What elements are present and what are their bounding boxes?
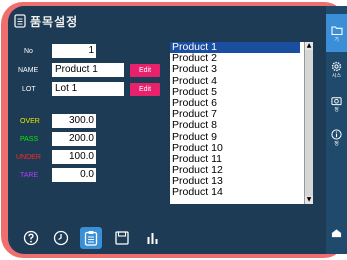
no-label: No [24,48,33,55]
right-nav-label: 정 [334,107,339,113]
scroll-down-arrow-icon[interactable]: ▼ [305,196,313,204]
statistics-button[interactable] [142,227,164,249]
info-icon [331,129,342,140]
under-field[interactable]: 100.0 [52,150,96,164]
folder-icon [330,25,343,35]
device-bezel: 품목설정 No 1 NAME Product 1 Edit LOT Lot 1 … [0,0,347,260]
edit-lot-button[interactable]: Edit [130,83,160,96]
pass-label: PASS [20,136,39,143]
over-label: OVER [20,118,40,125]
right-nav-home[interactable] [326,224,347,242]
right-nav-label: 시스 [331,73,342,79]
right-nav-camera[interactable]: 정 [326,90,347,118]
no-field[interactable]: 1 [52,44,96,58]
right-nav-folder[interactable]: 기 [326,14,347,52]
right-nav-label: 정 [334,141,339,147]
tare-label: TARE [20,172,39,179]
right-nav-system[interactable]: 시스 [326,56,347,84]
clipboard-icon [84,231,98,246]
page-title: 품목설정 [30,15,79,29]
scroll-up-arrow-icon[interactable]: ▲ [305,42,313,50]
clock-icon [53,230,69,246]
product-list-rows: Product 1 Product 2 Product 3 Product 4 Prod… [170,42,313,199]
list-item[interactable]: Product 14 [170,187,300,198]
tare-field[interactable]: 0.0 [52,168,96,182]
lot-label: LOT [22,86,36,93]
right-nav-info[interactable]: 정 [326,124,347,152]
list-scrollbar[interactable]: ▲ ▼ [304,42,313,204]
name-field[interactable]: Product 1 [52,63,124,77]
history-button[interactable] [50,227,72,249]
lot-field[interactable]: Lot 1 [52,82,124,96]
screen: 품목설정 No 1 NAME Product 1 Edit LOT Lot 1 … [8,6,347,254]
product-settings-button[interactable] [80,227,102,249]
right-nav-label: 기 [334,36,339,43]
list-item[interactable]: Product 9 [170,131,300,143]
list-item[interactable]: Product 3 [170,64,300,75]
under-label: UNDER [16,154,41,161]
settings-icon [331,61,342,72]
help-button[interactable] [20,227,42,249]
product-list[interactable]: Product 1 Product 2 Product 3 Product 4 Prod… [170,42,313,204]
name-label: NAME [18,67,39,74]
save-icon [115,231,129,245]
document-icon [14,14,26,28]
help-icon [23,230,39,246]
bar-chart-icon [147,233,158,244]
list-item[interactable]: Product 8 [170,120,300,131]
save-button[interactable] [111,227,133,249]
pass-field[interactable]: 200.0 [52,132,96,146]
over-field[interactable]: 300.0 [52,114,96,128]
home-icon [331,229,342,238]
camera-icon [331,97,342,106]
edit-name-button[interactable]: Edit [130,64,160,77]
